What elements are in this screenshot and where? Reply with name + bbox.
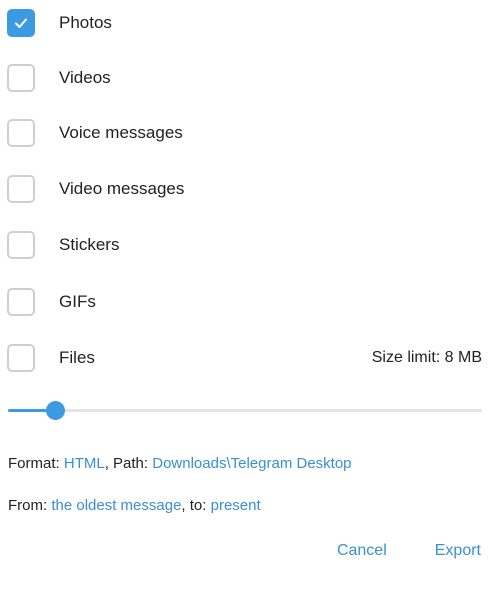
range-separator: ,: [181, 497, 186, 514]
voice-messages-checkbox[interactable]: [7, 119, 35, 147]
option-label-videos: Videos: [59, 68, 111, 87]
format-path-line: Format: HTML, Path: Downloads\Telegram D…: [8, 455, 352, 472]
format-label: Format:: [8, 455, 60, 472]
stickers-checkbox[interactable]: [7, 231, 35, 259]
option-video-messages[interactable]: Video messages: [7, 173, 482, 205]
path-label: Path:: [113, 455, 149, 472]
option-label-stickers: Stickers: [59, 235, 120, 254]
cancel-button[interactable]: Cancel: [337, 542, 387, 560]
path-link[interactable]: Downloads\Telegram Desktop: [152, 455, 351, 472]
option-files[interactable]: Files Size limit: 8 MB: [7, 342, 482, 374]
format-separator: ,: [104, 455, 109, 472]
option-gifs[interactable]: GIFs: [7, 286, 482, 318]
export-dialog: Photos Videos Voice messages Video messa…: [0, 0, 489, 594]
gifs-checkbox[interactable]: [7, 288, 35, 316]
photos-checkbox[interactable]: [7, 9, 35, 37]
videos-checkbox[interactable]: [7, 64, 35, 92]
format-link[interactable]: HTML: [64, 455, 105, 472]
to-date-link[interactable]: present: [211, 497, 261, 514]
option-videos[interactable]: Videos: [7, 62, 482, 94]
option-photos[interactable]: Photos: [7, 7, 482, 39]
slider-handle[interactable]: [46, 401, 65, 420]
to-label: to:: [189, 497, 207, 514]
dialog-actions: Cancel Export: [337, 536, 481, 566]
size-limit-label: Size limit: 8 MB: [371, 349, 482, 366]
option-label-video-messages: Video messages: [59, 179, 185, 198]
slider-track: [8, 409, 482, 412]
files-checkbox[interactable]: [7, 344, 35, 372]
video-messages-checkbox[interactable]: [7, 175, 35, 203]
option-voice-messages[interactable]: Voice messages: [7, 117, 482, 149]
checkmark-icon: [15, 18, 27, 28]
option-label-voice-messages: Voice messages: [59, 123, 183, 142]
option-stickers[interactable]: Stickers: [7, 229, 482, 261]
from-label: From:: [8, 497, 48, 514]
option-label-photos: Photos: [59, 13, 112, 32]
date-range-line: From: the oldest message, to: present: [8, 497, 261, 514]
option-label-gifs: GIFs: [59, 292, 96, 311]
option-label-files: Files: [59, 348, 95, 367]
size-limit-slider[interactable]: [8, 398, 482, 424]
from-date-link[interactable]: the oldest message: [51, 497, 181, 514]
export-button[interactable]: Export: [435, 542, 481, 560]
